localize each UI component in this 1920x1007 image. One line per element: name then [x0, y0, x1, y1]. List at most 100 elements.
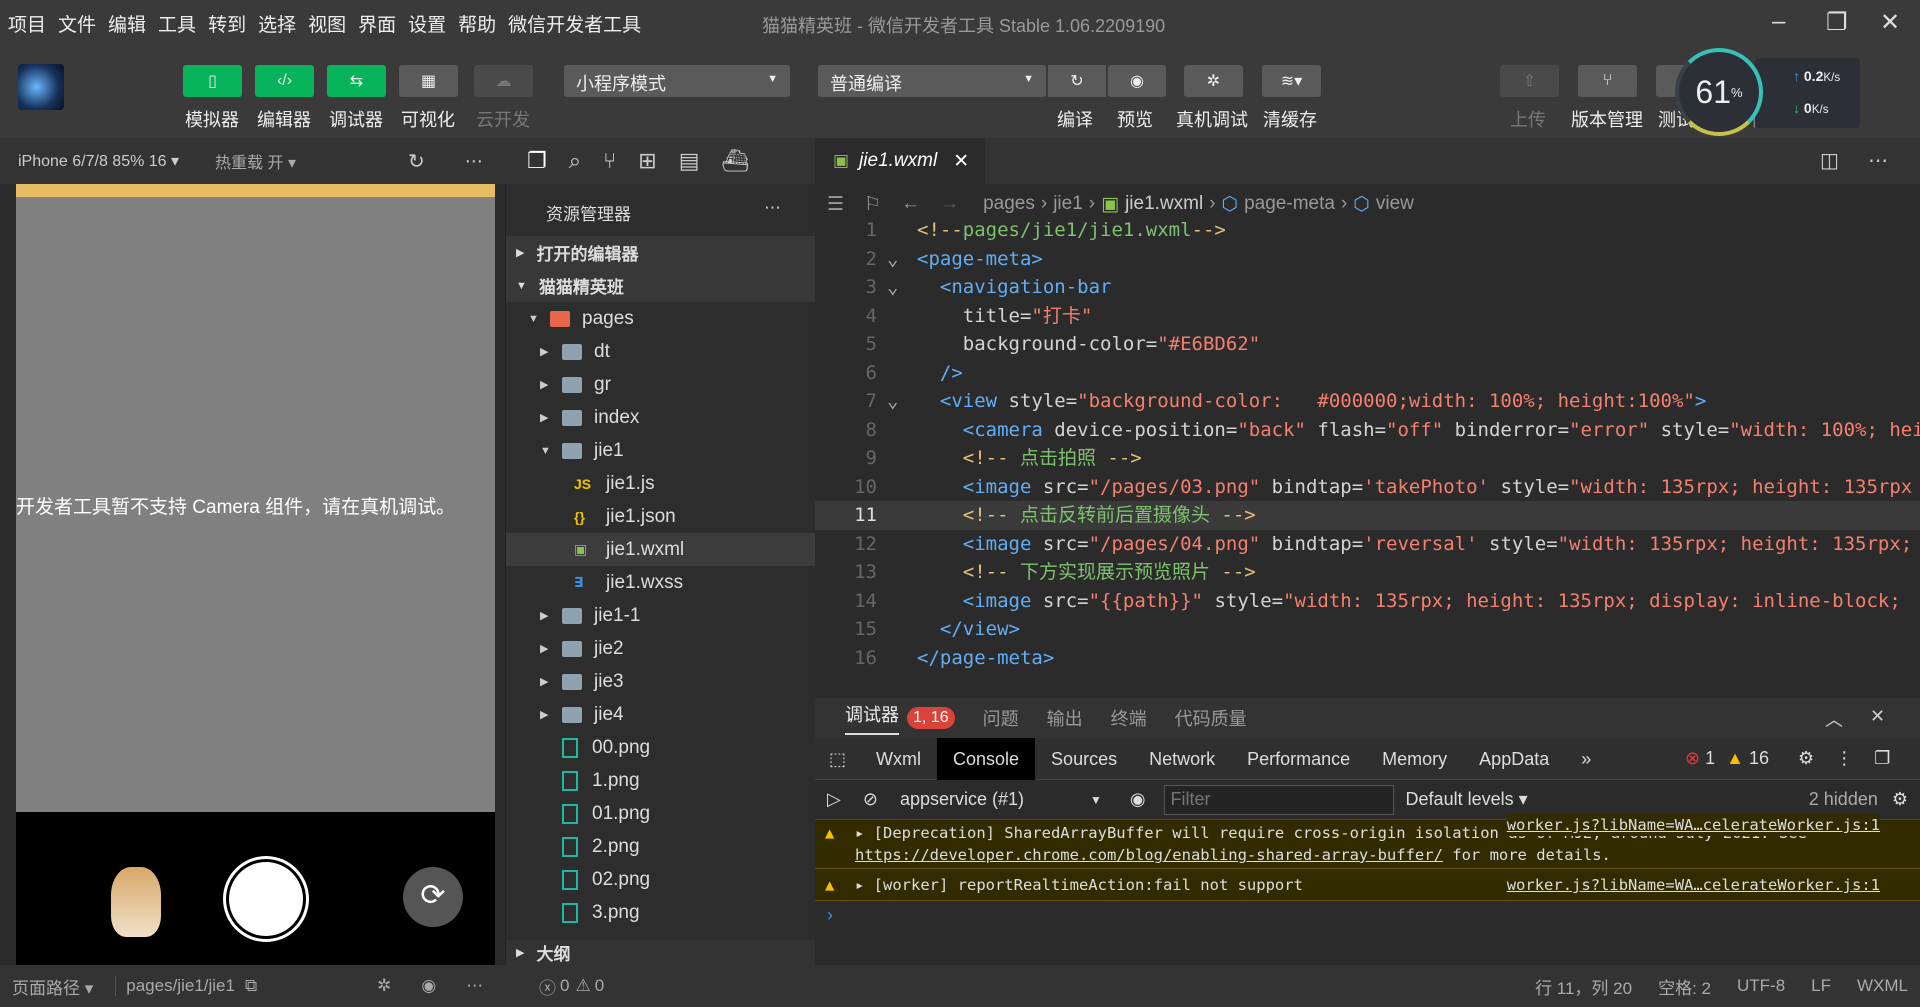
context-select[interactable]: appservice (#1)	[900, 789, 1090, 810]
crumb[interactable]: jie1.wxml	[1125, 193, 1203, 215]
maximize-button[interactable]: ❐	[1826, 8, 1848, 37]
menu-item[interactable]: 视图	[308, 10, 346, 37]
devtools-tab[interactable]: Performance	[1231, 738, 1366, 780]
console-prompt[interactable]: ›	[815, 901, 1920, 930]
devtools-tab[interactable]: Console	[937, 737, 1036, 780]
more-icon[interactable]: ⋯	[465, 151, 483, 172]
devtools-tab[interactable]: Network	[1133, 738, 1231, 780]
git-icon[interactable]: ⑂	[603, 148, 616, 174]
tree-item[interactable]: ▣ jie1.wxml	[506, 533, 816, 566]
tree-item[interactable]: JS jie1.js	[506, 467, 816, 500]
tree-item[interactable]: 3.png	[506, 896, 816, 929]
back-icon[interactable]: ←	[901, 193, 920, 215]
cpu-gauge[interactable]: 61%	[1675, 48, 1763, 136]
devtools-tab[interactable]: Sources	[1035, 738, 1133, 780]
debugger-tab[interactable]: 问题	[983, 705, 1019, 731]
levels-select[interactable]: Default levels ▾	[1406, 789, 1528, 810]
tree-item[interactable]: ▼ pages	[506, 302, 816, 335]
fold-chevron-icon[interactable]: ⌄	[887, 245, 898, 274]
tree-item[interactable]: 1.png	[506, 764, 816, 797]
tree-item[interactable]: {} jie1.json	[506, 500, 816, 533]
open-editors-section[interactable]: ▶ 打开的编辑器	[506, 236, 816, 269]
devtools-tab[interactable]: Memory	[1366, 738, 1463, 780]
tree-item[interactable]: 01.png	[506, 797, 816, 830]
tree-item[interactable]: ▼ jie1	[506, 434, 816, 467]
tree-item[interactable]: 00.png	[506, 731, 816, 764]
tree-item[interactable]: ▶ jie4	[506, 698, 816, 731]
split-editor-icon[interactable]: ◫	[1820, 148, 1839, 173]
extensions-icon[interactable]: ⊞	[638, 148, 656, 174]
copy-icon[interactable]: ⧉	[245, 976, 257, 996]
indentation[interactable]: 空格: 2	[1658, 974, 1711, 999]
tree-item[interactable]: ▶ dt	[506, 335, 816, 368]
debugger-tab[interactable]: 代码质量	[1175, 705, 1247, 731]
preview-button[interactable]: ◉	[1108, 65, 1166, 97]
devtools-tab[interactable]: »	[1565, 738, 1607, 780]
docker-icon[interactable]: ⛴	[722, 148, 750, 174]
tree-item[interactable]: ▶ index	[506, 401, 816, 434]
reverse-camera-button[interactable]: ⟳	[403, 867, 463, 927]
code-line[interactable]: 16 </page-meta>	[815, 644, 1920, 673]
problems-status[interactable]: ⓧ 0 ⚠ 0	[505, 965, 815, 1007]
code-line[interactable]: 11 <!-- 点击反转前后置摄像头 -->	[815, 501, 1920, 530]
code-line[interactable]: 15 </view>	[815, 615, 1920, 644]
tree-item[interactable]: ▶ gr	[506, 368, 816, 401]
menu-item[interactable]: 界面	[358, 10, 396, 37]
compile-select[interactable]: 普通编译 ▼	[818, 65, 1046, 97]
code-line[interactable]: 7 ⌄ <view style="background-color: #00000…	[815, 387, 1920, 416]
remote-debug-button[interactable]: ✲	[1184, 65, 1243, 97]
debugger-button[interactable]: ⇆	[327, 65, 386, 97]
crumb[interactable]: page-meta	[1244, 193, 1335, 215]
settings-icon[interactable]: ⚙	[1892, 789, 1908, 810]
settings-icon[interactable]: ⚙	[1798, 748, 1814, 768]
kebab-icon[interactable]: ⋮	[1835, 748, 1853, 768]
tree-item[interactable]: 02.png	[506, 863, 816, 896]
menu-item[interactable]: 项目	[8, 10, 46, 37]
eye-icon[interactable]: ◉	[421, 976, 436, 996]
code-line[interactable]: 9 <!-- 点击拍照 -->	[815, 444, 1920, 473]
code-line[interactable]: 10 <image src="/pages/03.png" bindtap='t…	[815, 473, 1920, 502]
tree-item[interactable]: ▶ jie3	[506, 665, 816, 698]
files-icon[interactable]: ❐	[527, 148, 547, 174]
device-select[interactable]: iPhone 6/7/8 85% 16 ▾	[18, 151, 179, 171]
avatar[interactable]	[18, 64, 64, 110]
code-line[interactable]: 5 background-color="#E6BD62"	[815, 330, 1920, 359]
mode-select[interactable]: 小程序模式 ▼	[564, 65, 790, 97]
clear-cache-button[interactable]: ≋▾	[1262, 65, 1321, 97]
code-line[interactable]: 3 ⌄ <navigation-bar	[815, 273, 1920, 302]
outline-section[interactable]: ▶ 大纲	[506, 940, 816, 965]
crumb[interactable]: jie1	[1053, 193, 1083, 215]
tree-item[interactable]: ▶ jie2	[506, 632, 816, 665]
encoding[interactable]: UTF-8	[1737, 976, 1785, 996]
menu-item[interactable]: 微信开发者工具	[508, 10, 641, 37]
code-line[interactable]: 12 <image src="/pages/04.png" bindtap='r…	[815, 530, 1920, 559]
upload-button[interactable]: ⇧	[1500, 65, 1559, 97]
devtools-tab[interactable]: AppData	[1463, 738, 1565, 780]
visual-button[interactable]: ▦	[399, 65, 458, 97]
debugger-tab[interactable]: 输出	[1047, 705, 1083, 731]
storage-icon[interactable]: ▤	[679, 148, 700, 174]
search-icon[interactable]: ⌕	[569, 148, 581, 174]
issue-counts[interactable]: ⊗ 1 ▲ 16 ⚙ ⋮ ❐	[1685, 748, 1890, 769]
close-icon[interactable]: ✕	[1870, 706, 1885, 727]
code-line[interactable]: 6 />	[815, 359, 1920, 388]
cursor-position[interactable]: 行 11，列 20	[1535, 974, 1632, 999]
menu-item[interactable]: 转到	[208, 10, 246, 37]
compile-button[interactable]: ↻	[1048, 65, 1106, 97]
debugger-tab[interactable]: 调试器	[845, 701, 899, 735]
menu-item[interactable]: 帮助	[458, 10, 496, 37]
more-icon[interactable]: ⋯	[1868, 148, 1888, 173]
take-photo-button[interactable]	[229, 862, 303, 936]
list-icon[interactable]: ☰	[827, 193, 844, 216]
bookmark-icon[interactable]: ⚐	[864, 193, 881, 216]
line-ending[interactable]: LF	[1811, 976, 1831, 996]
inspect-icon[interactable]: ⬚	[815, 738, 860, 780]
clear-console-icon[interactable]: ⊘	[863, 789, 878, 810]
chevron-up-icon[interactable]: ︿	[1825, 706, 1843, 732]
undock-icon[interactable]: ❐	[1874, 748, 1890, 768]
crumb[interactable]: view	[1376, 193, 1414, 215]
more-icon[interactable]: ⋯	[764, 198, 781, 218]
code-line[interactable]: 1 <!--pages/jie1/jie1.wxml-->	[815, 216, 1920, 245]
debugger-tab[interactable]: 终端	[1111, 705, 1147, 731]
filter-input[interactable]	[1163, 784, 1394, 815]
